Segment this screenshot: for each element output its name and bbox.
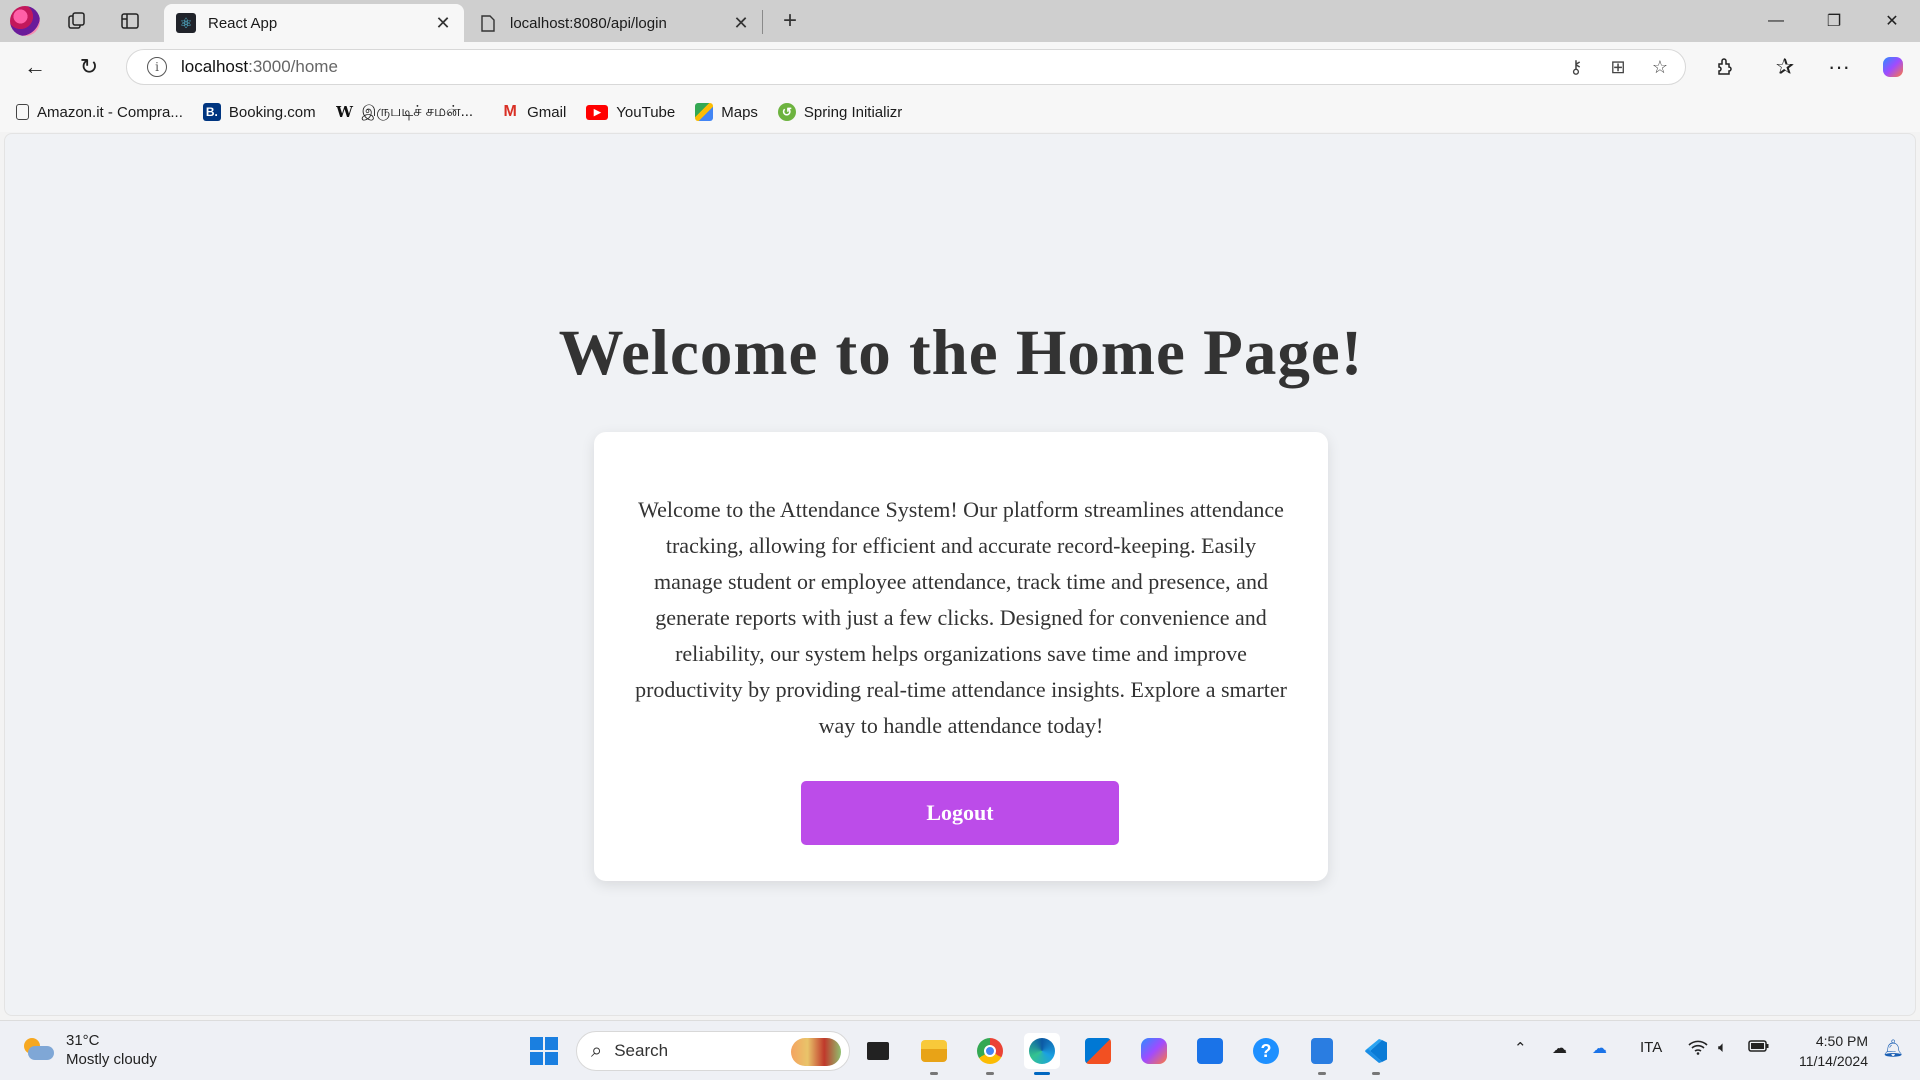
favorite-spring[interactable]: ↺ Spring Initializr [777, 103, 903, 121]
profile-avatar[interactable] [10, 6, 40, 36]
clock-time: 4:50 PM [1815, 1033, 1868, 1049]
favorite-label: Amazon.it - Compra... [37, 103, 183, 121]
favorite-gmail[interactable]: M Gmail [501, 103, 566, 121]
battery-icon[interactable] [1748, 1039, 1770, 1057]
favorite-label: இருபடிச் சமன்... [361, 102, 474, 120]
welcome-card: Welcome to the Attendance System! Our pl… [594, 432, 1328, 881]
task-view-icon[interactable] [860, 1033, 896, 1069]
address-bar[interactable]: i localhost:3000/home ⚷ ⊞ ☆ [126, 49, 1686, 85]
restore-button[interactable]: ❐ [1806, 0, 1862, 42]
search-highlight-image [791, 1038, 841, 1066]
favorite-booking[interactable]: B. Booking.com [202, 103, 316, 121]
url-host: localhost [181, 57, 249, 76]
taskbar: 31°C Mostly cloudy ⌕ Search ? ⌃ ☁ ☁ ITA … [0, 1020, 1920, 1080]
help-icon[interactable]: ? [1248, 1033, 1284, 1069]
chrome-icon[interactable] [972, 1033, 1008, 1075]
back-button[interactable]: ← [18, 50, 52, 84]
favorite-amazon[interactable]: Amazon.it - Compra... [16, 104, 183, 121]
browser-toolbar: ← ↻ i localhost:3000/home ⚷ ⊞ ☆ ✰ ··· [0, 42, 1920, 92]
site-info-icon[interactable]: i [147, 57, 167, 77]
weather-temperature: 31°C [66, 1032, 100, 1049]
close-window-button[interactable]: ✕ [1864, 0, 1920, 42]
search-placeholder: Search [614, 1041, 669, 1060]
favorite-wikipedia[interactable]: W இருபடிச் சமன்... [336, 103, 482, 122]
tab-react-app[interactable]: ⚛ React App ✕ [164, 4, 464, 42]
refresh-button[interactable]: ↻ [72, 50, 106, 84]
clock-date: 11/14/2024 [1798, 1053, 1868, 1069]
more-menu-icon[interactable]: ··· [1822, 50, 1856, 84]
copilot-icon[interactable] [1876, 50, 1910, 84]
favorite-label: Spring Initializr [803, 103, 903, 121]
wifi-icon[interactable] [1688, 1039, 1708, 1059]
minimize-button[interactable]: — [1748, 0, 1804, 42]
favorite-star-icon[interactable]: ☆ [1645, 52, 1675, 82]
show-hidden-icons[interactable]: ⌃ [1514, 1039, 1527, 1057]
notepad-icon[interactable] [1304, 1033, 1340, 1075]
tab-title: localhost:8080/api/login [510, 14, 667, 32]
page-title: Welcome to the Home Page! [558, 317, 1364, 389]
taskbar-search[interactable]: ⌕ Search [576, 1031, 850, 1071]
notification-bell-icon[interactable]: 🔔︎ [1882, 1039, 1904, 1059]
onedrive-icon[interactable]: ☁ [1552, 1039, 1567, 1057]
partly-cloudy-icon [22, 1038, 54, 1062]
copilot-app-icon[interactable] [1136, 1033, 1172, 1069]
tab-divider [762, 10, 763, 34]
welcome-description: Welcome to the Attendance System! Our pl… [635, 497, 1287, 738]
app-available-icon[interactable]: ⊞ [1603, 52, 1633, 82]
weather-description: Mostly cloudy [66, 1051, 157, 1068]
page-icon [478, 13, 498, 33]
close-tab-icon[interactable]: ✕ [434, 13, 452, 34]
cloud-sync-icon[interactable]: ☁ [1592, 1039, 1607, 1057]
page-icon [16, 104, 29, 120]
favorite-maps[interactable]: Maps [695, 103, 758, 121]
url-path: :3000/home [248, 57, 338, 76]
spring-icon: ↺ [777, 103, 796, 121]
volume-icon[interactable]: 🔈︎ [1718, 1039, 1727, 1056]
logout-button[interactable]: Logout [801, 781, 1119, 845]
favorites-bar: Amazon.it - Compra... B. Booking.com W இ… [0, 92, 1920, 132]
tab-title: React App [208, 14, 278, 32]
system-clock[interactable]: 4:50 PM 11/14/2024 [1799, 1031, 1868, 1071]
vertical-tabs-icon[interactable] [115, 6, 145, 36]
search-icon: ⌕ [591, 1039, 603, 1062]
favorite-label: Booking.com [228, 103, 316, 121]
favorite-label: YouTube [616, 103, 676, 121]
youtube-icon: ▶ [586, 104, 609, 120]
favorite-label: Gmail [527, 103, 567, 121]
new-tab-button[interactable]: + [775, 6, 805, 36]
edge-icon[interactable] [1024, 1033, 1060, 1075]
wikipedia-icon: W [336, 103, 354, 121]
tab-api-login[interactable]: localhost:8080/api/login ✕ [466, 4, 762, 42]
maps-icon [695, 103, 714, 121]
key-icon[interactable]: ⚷ [1561, 52, 1591, 82]
favorite-youtube[interactable]: ▶ YouTube [586, 104, 675, 121]
favorite-label: Maps [721, 103, 758, 121]
booking-icon: B. [202, 103, 221, 121]
favorites-icon[interactable]: ✰ [1768, 50, 1802, 84]
language-indicator[interactable]: ITA [1640, 1039, 1662, 1056]
start-button[interactable] [526, 1033, 562, 1069]
extensions-icon[interactable] [1708, 50, 1742, 84]
tab-strip: ⚛ React App ✕ localhost:8080/api/login ✕… [0, 0, 1920, 42]
react-icon: ⚛ [176, 13, 196, 33]
gmail-icon: M [503, 103, 517, 120]
weather-widget[interactable]: 31°C Mostly cloudy [22, 1031, 157, 1069]
microsoft-store-icon[interactable] [1080, 1033, 1116, 1069]
myhp-icon[interactable] [1192, 1033, 1228, 1069]
page-viewport: Welcome to the Home Page! Welcome to the… [4, 133, 1916, 1016]
file-explorer-icon[interactable] [916, 1033, 952, 1075]
vscode-icon[interactable] [1358, 1033, 1394, 1075]
workspaces-icon[interactable] [62, 6, 92, 36]
close-tab-icon[interactable]: ✕ [732, 13, 750, 34]
